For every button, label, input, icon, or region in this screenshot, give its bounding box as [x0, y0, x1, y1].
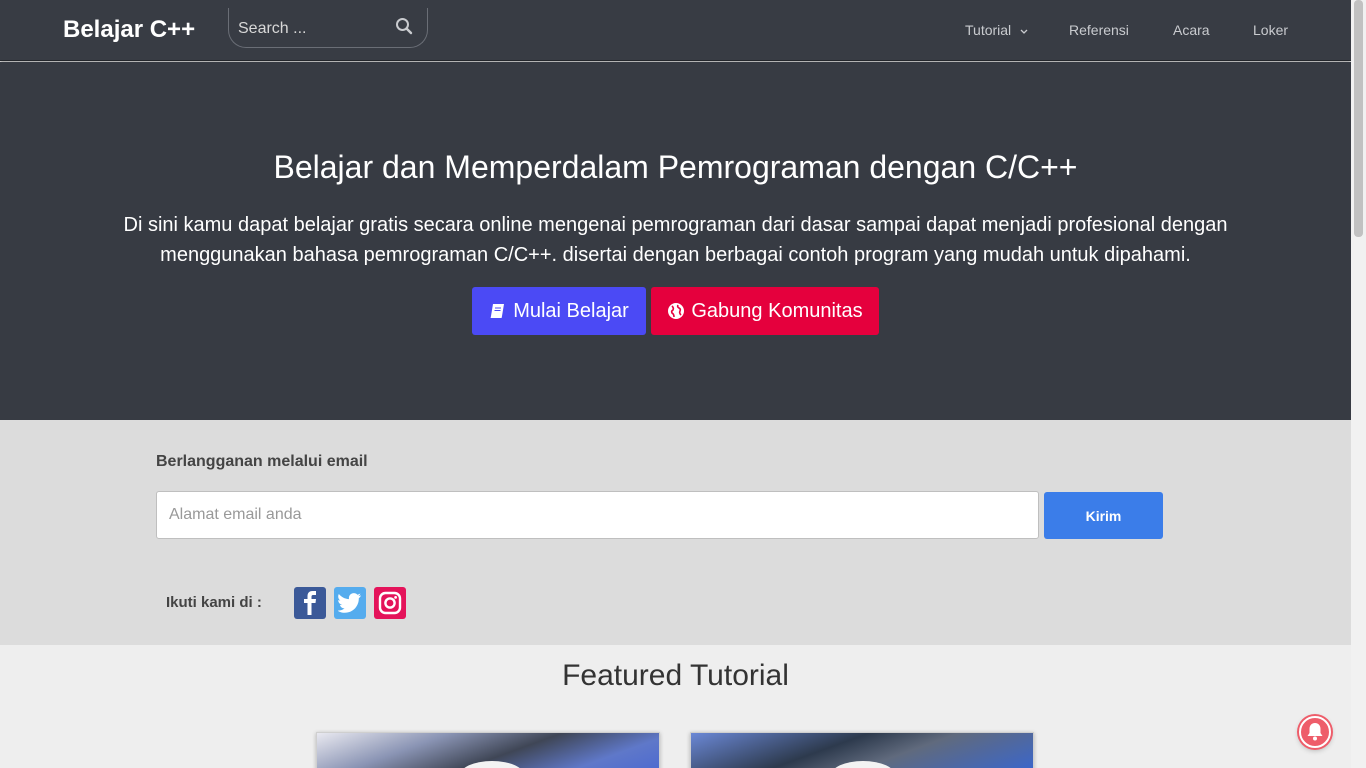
- chevron-down-icon: [1020, 22, 1028, 38]
- nav-item-loker[interactable]: Loker: [1253, 22, 1288, 38]
- featured-title: Featured Tutorial: [562, 659, 789, 692]
- subscribe-section: Berlangganan melalui email Kirim Ikuti k…: [0, 420, 1351, 645]
- page-scrollbar[interactable]: [1351, 0, 1366, 768]
- brand-logo[interactable]: Belajar C++: [63, 16, 195, 44]
- book-icon: [490, 304, 505, 318]
- featured-section: Featured Tutorial: [0, 645, 1351, 768]
- featured-card-image[interactable]: [690, 732, 1034, 768]
- hero-section: Belajar dan Memperdalam Pemrograman deng…: [0, 62, 1351, 420]
- search-box: [228, 8, 428, 48]
- nav-item-label: Tutorial: [965, 22, 1012, 38]
- hero-title: Belajar dan Memperdalam Pemrograman deng…: [273, 149, 1078, 185]
- hero-description: Di sini kamu dapat belajar gratis secara…: [123, 214, 1228, 266]
- email-field[interactable]: [156, 491, 1039, 539]
- search-icon[interactable]: [395, 17, 415, 37]
- scrollbar-thumb[interactable]: [1354, 0, 1363, 237]
- notification-bell-icon[interactable]: [1299, 716, 1331, 748]
- join-community-label: Gabung Komunitas: [691, 299, 863, 322]
- globe-icon: [668, 303, 685, 319]
- start-learning-button[interactable]: Mulai Belajar: [472, 287, 646, 335]
- facebook-icon[interactable]: [294, 587, 326, 619]
- subscribe-title: Berlangganan melalui email: [156, 453, 368, 470]
- nav-item-referensi[interactable]: Referensi: [1069, 22, 1129, 38]
- follow-label: Ikuti kami di :: [166, 594, 262, 611]
- start-learning-label: Mulai Belajar: [513, 299, 629, 322]
- search-input[interactable]: [238, 18, 388, 40]
- featured-card-image[interactable]: [316, 732, 660, 768]
- submit-button[interactable]: Kirim: [1044, 492, 1163, 539]
- instagram-icon[interactable]: [374, 587, 406, 619]
- twitter-icon[interactable]: [334, 587, 366, 619]
- nav-item-acara[interactable]: Acara: [1173, 22, 1210, 38]
- join-community-button[interactable]: Gabung Komunitas: [651, 287, 879, 335]
- nav-item-tutorial[interactable]: Tutorial: [965, 22, 1028, 38]
- navbar: Belajar C++ Tutorial Referensi Acara Lok…: [0, 0, 1351, 61]
